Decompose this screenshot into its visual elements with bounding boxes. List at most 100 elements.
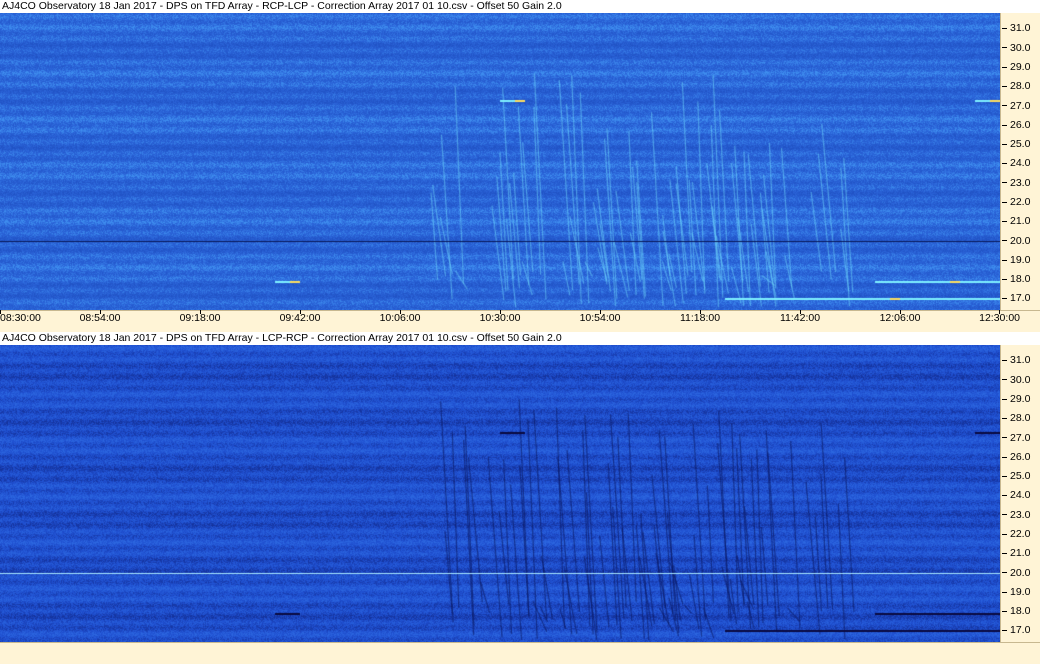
tick-mark <box>1002 86 1007 87</box>
frequency-tick-label: 21.0 <box>1010 547 1031 560</box>
frequency-tick-label: 23.0 <box>1010 176 1031 189</box>
frequency-tick-label: 31.0 <box>1010 22 1031 35</box>
tick-mark <box>1002 572 1007 574</box>
frequency-tick: 30.0 <box>1002 374 1040 386</box>
time-tick-label: 09:18:00 <box>179 312 221 324</box>
time-tick-label: 11:18:00 <box>679 312 721 324</box>
frequency-tick: 25.0 <box>1002 470 1040 482</box>
panel-title: AJ4CO Observatory 18 Jan 2017 - DPS on T… <box>0 0 1040 13</box>
frequency-tick: 22.0 <box>1002 196 1040 208</box>
frequency-tick: 20.0 <box>1002 567 1040 579</box>
tick-mark <box>1002 182 1007 184</box>
frequency-tick-label: 25.0 <box>1010 470 1031 483</box>
tick-mark <box>1002 28 1007 30</box>
tick-mark <box>1002 240 1007 242</box>
tick-mark <box>1002 475 1007 477</box>
frequency-tick-label: 29.0 <box>1010 393 1031 405</box>
frequency-tick-label: 25.0 <box>1010 138 1031 151</box>
time-tick-label: 12:30:00 <box>979 312 1020 324</box>
frequency-tick: 24.0 <box>1002 489 1040 501</box>
panel-title: AJ4CO Observatory 18 Jan 2017 - DPS on T… <box>0 332 1040 345</box>
frequency-tick: 17.0 <box>1002 292 1040 304</box>
frequency-tick-label: 28.0 <box>1010 412 1031 425</box>
tick-mark <box>1002 278 1007 280</box>
frequency-tick-label: 17.0 <box>1010 292 1031 305</box>
tick-mark <box>1002 591 1007 593</box>
frequency-tick: 22.0 <box>1002 528 1040 540</box>
frequency-tick: 29.0 <box>1002 393 1040 405</box>
tick-mark <box>1002 259 1007 261</box>
frequency-tick-label: 24.0 <box>1010 489 1031 502</box>
frequency-tick-label: 22.0 <box>1010 528 1031 540</box>
tick-mark <box>1002 360 1007 362</box>
frequency-tick: 28.0 <box>1002 412 1040 424</box>
frequency-tick-label: 19.0 <box>1010 585 1031 598</box>
frequency-tick: 21.0 <box>1002 547 1040 559</box>
time-tick-label: 10:06:00 <box>379 312 421 324</box>
tick-mark <box>1002 630 1007 632</box>
frequency-tick-label: 17.0 <box>1010 624 1031 637</box>
frequency-tick: 31.0 <box>1002 354 1040 366</box>
tick-mark <box>1002 437 1007 439</box>
tick-mark <box>1002 105 1007 107</box>
frequency-tick: 26.0 <box>1002 451 1040 463</box>
time-tick-label: 10:54:00 <box>579 312 621 324</box>
tick-mark <box>1002 201 1007 203</box>
frequency-tick-label: 27.0 <box>1010 99 1031 112</box>
frequency-tick-label: 28.0 <box>1010 80 1031 93</box>
time-tick-label: 08:30:00 <box>0 312 41 324</box>
frequency-tick: 21.0 <box>1002 215 1040 227</box>
time-tick-label: 09:42:00 <box>279 312 321 324</box>
tick-mark <box>1002 553 1007 554</box>
frequency-tick-label: 22.0 <box>1010 196 1031 208</box>
frequency-tick: 27.0 <box>1002 100 1040 112</box>
frequency-tick: 17.0 <box>1002 624 1040 636</box>
tick-mark <box>1002 66 1007 68</box>
frequency-tick: 19.0 <box>1002 254 1040 266</box>
frequency-tick-label: 21.0 <box>1010 215 1031 228</box>
frequency-tick-label: 20.0 <box>1010 234 1031 247</box>
frequency-tick-label: 30.0 <box>1010 373 1031 386</box>
frequency-tick: 26.0 <box>1002 119 1040 131</box>
frequency-tick: 31.0 <box>1002 22 1040 34</box>
tick-mark <box>1002 456 1007 458</box>
frequency-tick: 19.0 <box>1002 586 1040 598</box>
frequency-tick: 24.0 <box>1002 157 1040 169</box>
tick-mark <box>1002 143 1007 145</box>
frequency-tick-label: 31.0 <box>1010 354 1031 367</box>
spectrogram-panel-lcp-rcp: AJ4CO Observatory 18 Jan 2017 - DPS on T… <box>0 332 1040 664</box>
frequency-tick: 28.0 <box>1002 80 1040 92</box>
spectrogram-canvas <box>0 13 1000 310</box>
frequency-tick-label: 29.0 <box>1010 61 1031 73</box>
frequency-tick-label: 23.0 <box>1010 508 1031 521</box>
frequency-tick: 18.0 <box>1002 605 1040 617</box>
frequency-tick-label: 20.0 <box>1010 566 1031 579</box>
tick-mark <box>1002 398 1007 400</box>
tick-mark <box>1002 298 1007 300</box>
time-axis <box>0 642 1040 664</box>
frequency-tick: 25.0 <box>1002 138 1040 150</box>
frequency-tick: 23.0 <box>1002 177 1040 189</box>
tick-mark <box>1002 495 1007 497</box>
frequency-tick: 27.0 <box>1002 432 1040 444</box>
frequency-tick-label: 26.0 <box>1010 118 1031 131</box>
frequency-tick: 23.0 <box>1002 509 1040 521</box>
tick-mark <box>1002 124 1007 126</box>
time-tick-label: 12:06:00 <box>879 312 921 324</box>
tick-mark <box>1002 163 1007 165</box>
frequency-tick-label: 30.0 <box>1010 41 1031 54</box>
tick-mark <box>1002 610 1007 612</box>
frequency-tick: 20.0 <box>1002 235 1040 247</box>
frequency-tick-label: 24.0 <box>1010 157 1031 170</box>
time-tick-label: 08:54:00 <box>79 312 121 324</box>
time-tick-label: 10:30:00 <box>479 312 521 324</box>
frequency-tick-label: 18.0 <box>1010 273 1031 286</box>
frequency-tick: 30.0 <box>1002 42 1040 54</box>
tick-mark <box>1002 533 1007 535</box>
frequency-tick-label: 26.0 <box>1010 450 1031 463</box>
frequency-tick-label: 18.0 <box>1010 605 1031 618</box>
frequency-tick-label: 27.0 <box>1010 431 1031 444</box>
tick-mark <box>1002 379 1007 381</box>
time-tick-label: 11:42:00 <box>779 312 821 324</box>
tick-mark <box>1002 514 1007 516</box>
